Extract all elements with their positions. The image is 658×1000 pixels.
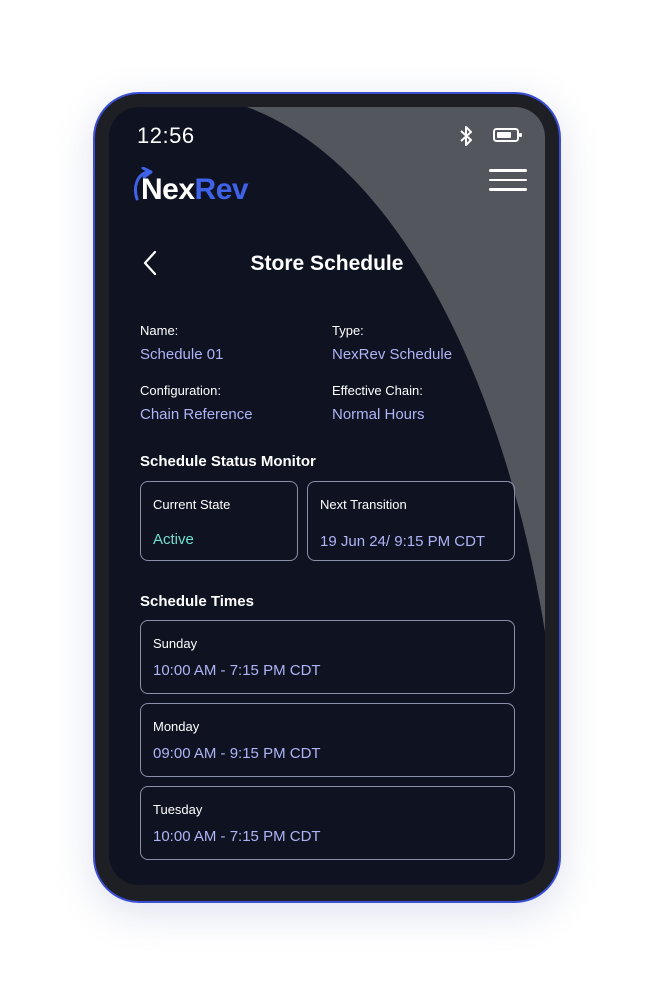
battery-icon bbox=[493, 128, 522, 142]
current-state-label: Current State bbox=[153, 497, 231, 512]
day-label: Tuesday bbox=[153, 802, 203, 817]
bluetooth-icon bbox=[460, 126, 472, 146]
schedule-times-heading: Schedule Times bbox=[140, 593, 254, 610]
day-hours: 10:00 AM - 7:15 PM CDT bbox=[153, 828, 321, 845]
type-label: Type: bbox=[332, 323, 364, 338]
current-state-value: Active bbox=[153, 531, 194, 548]
status-time: 12:56 bbox=[137, 123, 195, 148]
effective-chain-value: Normal Hours bbox=[332, 406, 425, 423]
name-value: Schedule 01 bbox=[140, 346, 224, 363]
type-value: NexRev Schedule bbox=[332, 346, 453, 363]
next-transition-value: 19 Jun 24/ 9:15 PM CDT bbox=[320, 533, 486, 550]
current-state-card: Current State Active bbox=[140, 481, 298, 561]
name-label: Name: bbox=[140, 323, 179, 338]
configuration-label: Configuration: bbox=[140, 383, 221, 398]
day-hours: 10:00 AM - 7:15 PM CDT bbox=[153, 662, 321, 679]
status-monitor-heading: Schedule Status Monitor bbox=[140, 453, 316, 470]
nexrev-logo[interactable]: NexRev bbox=[141, 173, 249, 207]
day-label: Sunday bbox=[153, 636, 198, 651]
page-title: Store Schedule bbox=[250, 252, 404, 275]
day-hours: 09:00 AM - 9:15 PM CDT bbox=[153, 745, 321, 762]
schedule-day-card[interactable]: Monday 09:00 AM - 9:15 PM CDT bbox=[140, 703, 515, 777]
schedule-day-card[interactable]: Tuesday 10:00 AM - 7:15 PM CDT bbox=[140, 786, 515, 860]
hamburger-menu-icon[interactable] bbox=[489, 169, 527, 193]
logo-nex: Nex bbox=[141, 173, 195, 206]
next-transition-label: Next Transition bbox=[320, 497, 407, 512]
effective-chain-label: Effective Chain: bbox=[332, 383, 423, 398]
phone-screen: 12:56 NexRev Store Schedule Name: Schedu… bbox=[109, 107, 545, 885]
day-label: Monday bbox=[153, 719, 200, 734]
logo-rev: Rev bbox=[194, 173, 249, 206]
configuration-value: Chain Reference bbox=[140, 406, 253, 423]
schedule-day-card[interactable]: Sunday 10:00 AM - 7:15 PM CDT bbox=[140, 620, 515, 694]
next-transition-card: Next Transition 19 Jun 24/ 9:15 PM CDT bbox=[307, 481, 515, 561]
